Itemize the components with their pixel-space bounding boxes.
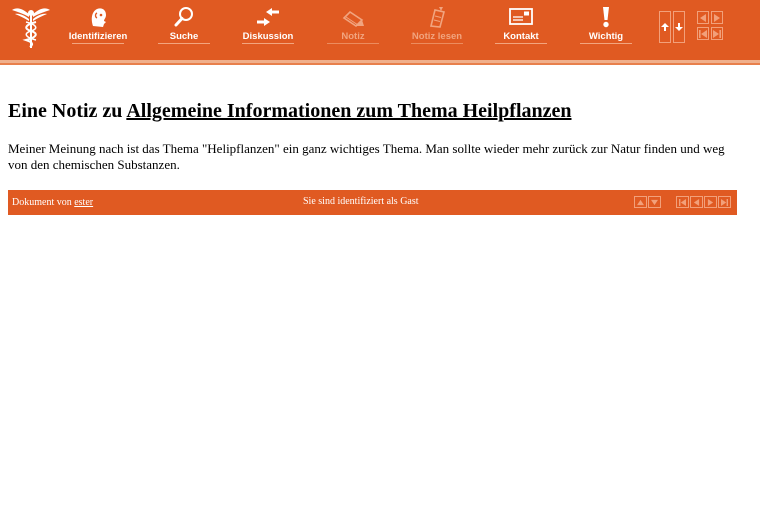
sort-down-button[interactable] — [673, 11, 685, 43]
nav-underline — [495, 43, 547, 44]
envelope-icon — [509, 8, 533, 25]
nav-underline — [72, 43, 124, 44]
nav-wichtig-label: Wichtig — [588, 31, 624, 42]
nav-identifizieren-label: Identifizieren — [68, 31, 128, 42]
exclamation-icon — [603, 7, 609, 28]
next-page-button[interactable] — [711, 11, 723, 24]
footer-prev-button[interactable] — [690, 196, 703, 208]
footer-first-button[interactable] — [676, 196, 689, 208]
top-toolbar: Identifizieren Suche Diskussion Notiz No… — [0, 0, 760, 60]
nav-wichtig-button[interactable]: Wichtig — [571, 6, 641, 50]
nav-notiz-label: Notiz — [341, 31, 365, 42]
nav-notiz-button[interactable]: Notiz — [318, 6, 388, 50]
page-nav-buttons — [697, 11, 725, 43]
nav-diskussion-label: Diskussion — [242, 31, 294, 42]
toolbar-divider — [0, 63, 760, 65]
triangle-right-icon — [707, 198, 714, 206]
triangle-down-icon — [651, 199, 658, 205]
nav-underline — [158, 43, 210, 44]
nav-underline — [580, 43, 632, 44]
footer-next-button[interactable] — [704, 196, 717, 208]
footer-up-button[interactable] — [634, 196, 647, 208]
skip-first-icon — [699, 29, 707, 38]
pencil-note-icon — [342, 10, 364, 28]
identify-face-icon — [91, 8, 106, 27]
nav-suche-label: Suche — [169, 31, 199, 42]
skip-last-icon — [721, 198, 728, 206]
first-page-button[interactable] — [697, 27, 709, 40]
note-body: Meiner Meinung nach ist das Thema "Helip… — [8, 141, 725, 172]
document-footer-bar: Dokument von ester Sie sind identifizier… — [8, 190, 737, 215]
nav-suche-button[interactable]: Suche — [149, 6, 219, 50]
nav-kontakt-button[interactable]: Kontakt — [486, 6, 556, 50]
page-title: Eine Notiz zu Allgemeine Informationen z… — [8, 100, 572, 123]
triangle-right-icon — [714, 13, 720, 22]
note-read-icon — [430, 7, 445, 28]
author-prefix: Dokument von — [12, 197, 72, 208]
arrow-down-icon — [675, 23, 683, 31]
skip-last-icon — [713, 29, 721, 38]
nav-notiz-lesen-label: Notiz lesen — [411, 31, 463, 42]
magnifier-icon — [174, 7, 193, 27]
triangle-left-icon — [700, 13, 706, 22]
nav-notiz-lesen-button[interactable]: Notiz lesen — [402, 6, 472, 50]
prev-page-button[interactable] — [697, 11, 709, 24]
caduceus-logo-icon[interactable] — [10, 4, 52, 50]
last-page-button[interactable] — [711, 27, 723, 40]
login-status: Sie sind identifiziert als Gast — [303, 196, 419, 207]
nav-underline — [411, 43, 463, 44]
author-link[interactable]: ester — [74, 197, 93, 208]
sort-buttons — [659, 11, 687, 43]
triangle-left-icon — [693, 198, 700, 206]
nav-diskussion-button[interactable]: Diskussion — [233, 6, 303, 50]
footer-last-button[interactable] — [718, 196, 731, 208]
discussion-arrows-icon — [257, 8, 279, 26]
nav-kontakt-label: Kontakt — [503, 31, 539, 42]
nav-identifizieren-button[interactable]: Identifizieren — [63, 6, 133, 50]
triangle-up-icon — [637, 199, 644, 205]
arrow-up-icon — [661, 23, 669, 31]
footer-down-button[interactable] — [648, 196, 661, 208]
nav-underline — [242, 43, 294, 44]
nav-underline — [327, 43, 379, 44]
sort-up-button[interactable] — [659, 11, 671, 43]
title-prefix: Eine Notiz zu — [8, 100, 123, 122]
skip-first-icon — [679, 198, 686, 206]
document-link[interactable]: Allgemeine Informationen zum Thema Heilp… — [126, 100, 571, 122]
author-line: Dokument von ester — [12, 197, 93, 208]
